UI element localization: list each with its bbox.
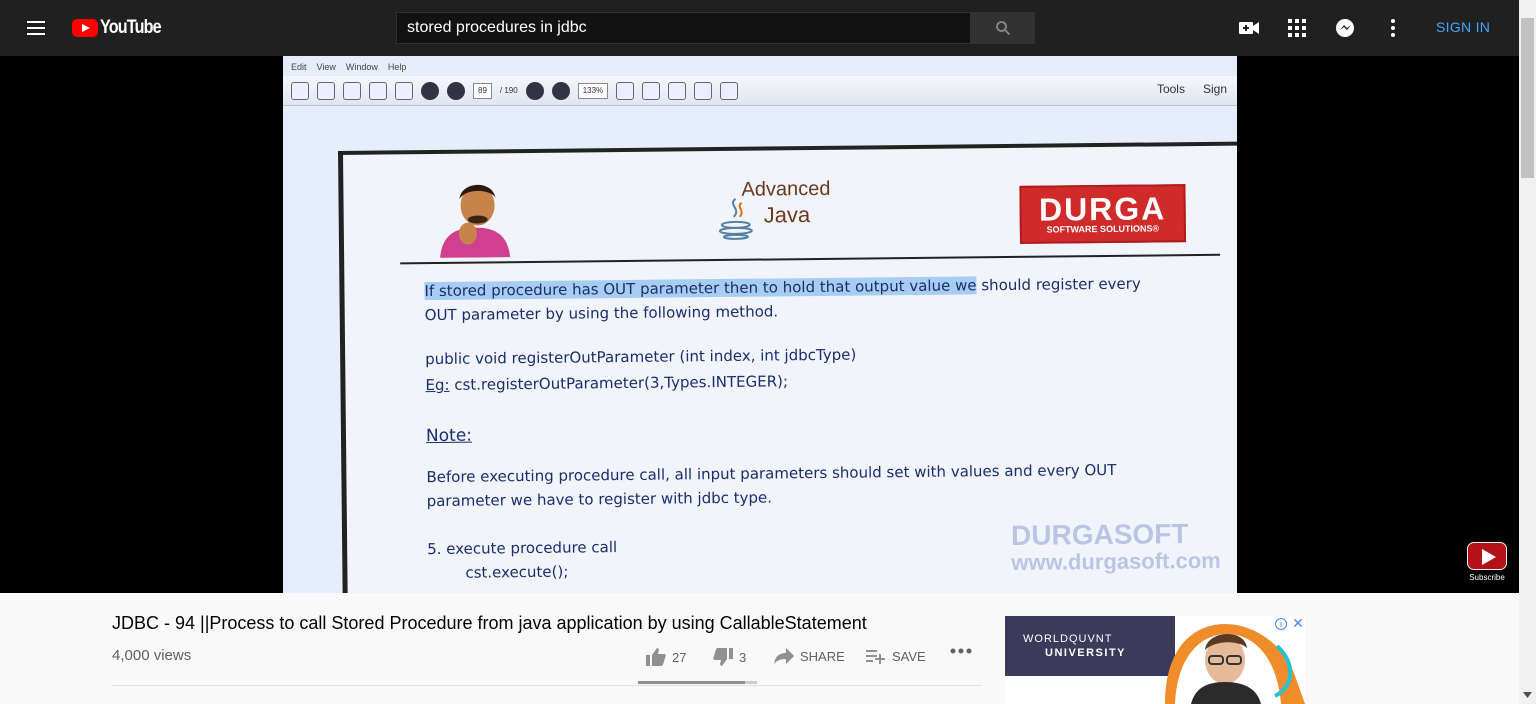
subscribe-label: Subscribe bbox=[1469, 573, 1505, 582]
pdf-expand-icon bbox=[720, 81, 739, 100]
save-label: SAVE bbox=[892, 648, 926, 664]
dislike-button[interactable]: 3 bbox=[713, 648, 746, 666]
pdf-menu-help: Help bbox=[387, 62, 407, 72]
page-scrollbar[interactable] bbox=[1519, 0, 1536, 704]
lecture-slide: Advanced Java DURGA SOFTWARE SOLUTIONS® … bbox=[338, 141, 1237, 593]
like-count: 27 bbox=[672, 649, 687, 665]
slide-note-line-1: Before executing procedure call, all inp… bbox=[426, 460, 1117, 487]
advanced-java-logo: Advanced Java bbox=[713, 178, 854, 259]
pdf-zoom-out-icon bbox=[525, 81, 544, 100]
scrollbar-thumb[interactable] bbox=[1521, 18, 1534, 178]
pdf-open-icon bbox=[291, 81, 309, 100]
durga-title: DURGA bbox=[1038, 190, 1167, 228]
pdf-tools-label: Tools bbox=[1156, 82, 1185, 96]
ad-close-icon[interactable]: ✕ bbox=[1291, 616, 1305, 630]
sentiment-bar bbox=[638, 681, 757, 684]
java-label: Java bbox=[763, 202, 811, 228]
pdf-zoom-in-icon bbox=[551, 81, 570, 100]
watermark-brand: DURGASOFT bbox=[1010, 518, 1189, 551]
more-actions-button[interactable] bbox=[950, 648, 972, 654]
pdf-menu-view: View bbox=[316, 62, 336, 72]
ad-line-1: WORLDQUVNT bbox=[1023, 633, 1113, 645]
share-label: SHARE bbox=[800, 648, 845, 664]
info-divider bbox=[112, 685, 982, 686]
pdf-page-number: 89 bbox=[473, 82, 492, 99]
apps-grid-icon[interactable] bbox=[1281, 12, 1313, 44]
video-player[interactable]: Edit View Window Help 89 / 190 133% Tool… bbox=[0, 56, 1519, 593]
video-frame[interactable]: Edit View Window Help 89 / 190 133% Tool… bbox=[283, 56, 1237, 593]
pdf-mail-icon bbox=[395, 81, 413, 100]
slide-line-1-rest: should register every bbox=[976, 274, 1141, 295]
durga-subtitle: SOFTWARE SOLUTIONS® bbox=[1046, 223, 1160, 235]
pdf-fit-icon bbox=[616, 81, 635, 100]
view-count: 4,000 views bbox=[112, 647, 192, 664]
youtube-play-icon bbox=[1467, 542, 1507, 570]
slide-example: Eg: cst.registerOutParameter(3,Types.INT… bbox=[425, 372, 788, 394]
pdf-edit-icon bbox=[317, 81, 335, 100]
video-title: JDBC - 94 ||Process to call Stored Proce… bbox=[112, 613, 867, 633]
pdf-print-icon bbox=[369, 81, 387, 100]
pdf-sign-label: Sign bbox=[1202, 82, 1227, 96]
pdf-comment-icon bbox=[668, 81, 687, 100]
pdf-menu-edit: Edit bbox=[291, 62, 307, 72]
playlist-add-icon bbox=[866, 650, 885, 664]
thumb-down-icon bbox=[713, 648, 733, 666]
highlighted-text: If stored procedure has OUT parameter th… bbox=[424, 276, 977, 301]
durga-logo: DURGA SOFTWARE SOLUTIONS® bbox=[1019, 184, 1187, 244]
more-horiz-icon bbox=[950, 648, 972, 654]
ad-line-2: UNIVERSITY bbox=[1045, 647, 1127, 659]
subscribe-watermark-button[interactable]: Subscribe bbox=[1466, 542, 1508, 582]
slide-step-5-code: cst.execute(); bbox=[465, 562, 569, 582]
slide-line-1: If stored procedure has OUT parameter th… bbox=[424, 274, 1141, 301]
java-cup-icon bbox=[718, 198, 753, 240]
search-input[interactable]: stored procedures in jdbc bbox=[396, 12, 971, 44]
pdf-next-page-icon bbox=[447, 81, 465, 100]
pdf-menubar: Edit View Window Help bbox=[283, 62, 1237, 76]
slide-note-line-2: parameter we have to register with jdbc … bbox=[426, 488, 773, 511]
example-code: cst.registerOutParameter(3,Types.INTEGER… bbox=[449, 372, 789, 394]
watermark-url: www.durgasoft.com bbox=[1011, 547, 1221, 575]
pdf-prev-page-icon bbox=[421, 81, 439, 100]
like-button[interactable]: 27 bbox=[646, 648, 686, 666]
masthead: YouTube stored procedures in jdbc SIGN I… bbox=[0, 0, 1519, 56]
share-button[interactable]: SHARE bbox=[774, 648, 845, 664]
pdf-sign-icon bbox=[694, 81, 713, 100]
pdf-fullscreen-icon bbox=[642, 81, 661, 100]
example-label: Eg: bbox=[425, 375, 450, 395]
slide-line-2: OUT parameter by using the following met… bbox=[424, 302, 779, 325]
sentiment-bar-likes bbox=[638, 681, 746, 684]
ad-banner[interactable]: WORLDQUVNT UNIVERSITY i ✕ bbox=[1005, 616, 1305, 704]
share-icon bbox=[774, 648, 794, 664]
slide-step-5: 5. execute procedure call bbox=[427, 538, 618, 559]
menu-icon[interactable] bbox=[16, 8, 56, 48]
dislike-count: 3 bbox=[739, 649, 747, 665]
ad-brand-panel: WORLDQUVNT UNIVERSITY bbox=[1005, 616, 1175, 676]
pdf-zoom-field: 133% bbox=[577, 82, 609, 99]
more-vert-icon[interactable] bbox=[1377, 12, 1409, 44]
presenter-illustration bbox=[440, 184, 511, 258]
slide-method: public void registerOutParameter (int in… bbox=[425, 345, 857, 369]
sign-in-button[interactable]: SIGN IN bbox=[1426, 16, 1500, 38]
search-button[interactable] bbox=[971, 12, 1035, 44]
youtube-play-icon bbox=[72, 19, 98, 37]
pdf-save-icon bbox=[343, 81, 361, 100]
create-video-icon[interactable] bbox=[1233, 12, 1265, 44]
search-icon bbox=[996, 21, 1011, 36]
logo-text: YouTube bbox=[100, 17, 162, 38]
slide-note-heading: Note: bbox=[425, 425, 473, 447]
messages-icon[interactable] bbox=[1329, 12, 1361, 44]
pdf-toolbar: 89 / 190 133% Tools Sign bbox=[283, 76, 1237, 106]
ad-info-icon[interactable]: i bbox=[1275, 618, 1287, 630]
thumb-up-icon bbox=[646, 648, 666, 666]
pdf-menu-window: Window bbox=[345, 62, 378, 72]
scroll-down-arrow-icon[interactable] bbox=[1523, 692, 1532, 698]
save-button[interactable]: SAVE bbox=[866, 648, 926, 664]
pdf-page-total: / 190 bbox=[499, 86, 518, 95]
youtube-logo[interactable]: YouTube bbox=[72, 17, 171, 39]
